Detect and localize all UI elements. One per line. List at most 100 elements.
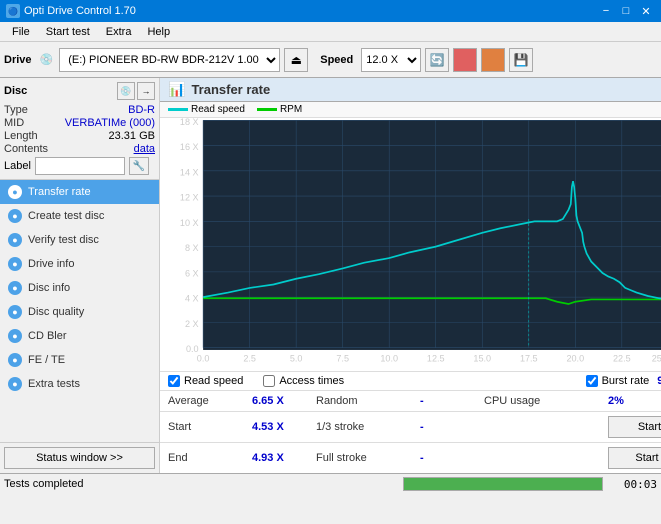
red-button[interactable] <box>453 48 477 72</box>
nav-label-transfer-rate: Transfer rate <box>28 186 91 198</box>
disc-label-row: Label 🔧 <box>4 157 155 175</box>
average-label: Average <box>168 395 248 407</box>
eject-button[interactable]: ⏏ <box>284 48 308 72</box>
disc-contents-label: Contents <box>4 143 48 155</box>
disc-mid-row: MID VERBATIMe (000) <box>4 117 155 129</box>
read-speed-checkbox[interactable] <box>168 375 180 387</box>
nav-icon-verify-test: ● <box>8 233 22 247</box>
svg-text:2.5: 2.5 <box>243 353 256 363</box>
end-value: 4.93 X <box>252 452 312 464</box>
svg-text:22.5: 22.5 <box>613 353 631 363</box>
random-value: - <box>420 395 480 407</box>
disc-icon-btn-1[interactable]: 💿 <box>117 82 135 100</box>
speed-select[interactable]: 12.0 X <box>361 48 421 72</box>
disc-label-btn[interactable]: 🔧 <box>129 157 149 175</box>
nav-extra-tests[interactable]: ● Extra tests <box>0 372 159 396</box>
random-label: Random <box>316 395 416 407</box>
status-window-button[interactable]: Status window >> <box>4 447 155 469</box>
save-button[interactable]: 💾 <box>509 48 533 72</box>
svg-text:17.5: 17.5 <box>520 353 538 363</box>
app-icon: 🔵 <box>6 4 20 18</box>
nav-icon-transfer-rate: ● <box>8 185 22 199</box>
chart-svg: 18 X 16 X 14 X 12 X 10 X 8 X 6 X 4 X 2 X… <box>160 118 661 371</box>
nav-verify-test-disc[interactable]: ● Verify test disc <box>0 228 159 252</box>
disc-section-title: Disc <box>4 85 27 97</box>
checkbox-read-speed[interactable]: Read speed <box>168 375 243 387</box>
disc-mid-value: VERBATIMe (000) <box>65 117 155 129</box>
chart-container: 18 X 16 X 14 X 12 X 10 X 8 X 6 X 4 X 2 X… <box>160 118 661 371</box>
disc-mid-label: MID <box>4 117 24 129</box>
disc-contents-row: Contents data <box>4 143 155 155</box>
svg-text:15.0: 15.0 <box>473 353 491 363</box>
svg-text:14 X: 14 X <box>180 167 199 177</box>
drive-label: Drive <box>4 54 32 66</box>
nav-icon-disc-quality: ● <box>8 305 22 319</box>
title-bar: 🔵 Opti Drive Control 1.70 − □ ✕ <box>0 0 661 22</box>
nav-disc-quality[interactable]: ● Disc quality <box>0 300 159 324</box>
start-full-button[interactable]: Start full <box>608 416 661 438</box>
nav-label-fe-te: FE / TE <box>28 354 65 366</box>
disc-length-label: Length <box>4 130 38 142</box>
drive-select[interactable]: (E:) PIONEER BD-RW BDR-212V 1.00 <box>59 48 280 72</box>
read-speed-checkbox-label: Read speed <box>184 375 243 387</box>
legend-rpm-color <box>257 108 277 111</box>
nav-fe-te[interactable]: ● FE / TE <box>0 348 159 372</box>
nav-create-test-disc[interactable]: ● Create test disc <box>0 204 159 228</box>
menu-file[interactable]: File <box>4 24 38 40</box>
stroke-value: - <box>420 421 480 433</box>
refresh-button[interactable]: 🔄 <box>425 48 449 72</box>
disc-length-value: 23.31 GB <box>109 130 155 142</box>
disc-header: Disc 💿 → <box>4 82 155 100</box>
start-part-button[interactable]: Start part <box>608 447 661 469</box>
nav-disc-info[interactable]: ● Disc info <box>0 276 159 300</box>
menu-extra[interactable]: Extra <box>98 24 140 40</box>
status-text: Tests completed <box>4 478 399 490</box>
cpu-label: CPU usage <box>484 395 604 407</box>
right-panel: 📊 Transfer rate Read speed RPM <box>160 78 661 473</box>
menu-help[interactable]: Help <box>139 24 178 40</box>
access-times-checkbox-label: Access times <box>279 375 344 387</box>
disc-type-row: Type BD-R <box>4 104 155 116</box>
legend-rpm: RPM <box>257 104 302 115</box>
svg-text:7.5: 7.5 <box>336 353 349 363</box>
nav-icon-disc-info: ● <box>8 281 22 295</box>
nav-icon-drive-info: ● <box>8 257 22 271</box>
disc-icon-btn-2[interactable]: → <box>137 82 155 100</box>
minimize-button[interactable]: − <box>597 3 615 19</box>
checkbox-access-times[interactable]: Access times <box>263 375 344 387</box>
legend-rpm-label: RPM <box>280 104 302 115</box>
nav-cd-bler[interactable]: ● CD Bler <box>0 324 159 348</box>
burst-rate-label: Burst rate <box>602 375 650 387</box>
full-stroke-label: Full stroke <box>316 452 416 464</box>
nav-transfer-rate[interactable]: ● Transfer rate <box>0 180 159 204</box>
time-display: 00:03 <box>607 478 657 491</box>
stats-row-1: Average 6.65 X Random - CPU usage 2% <box>160 390 661 411</box>
menu-start-test[interactable]: Start test <box>38 24 98 40</box>
legend-read-speed-color <box>168 108 188 111</box>
nav-icon-fe-te: ● <box>8 353 22 367</box>
access-times-checkbox[interactable] <box>263 375 275 387</box>
svg-text:10.0: 10.0 <box>380 353 398 363</box>
svg-text:5.0: 5.0 <box>290 353 303 363</box>
orange-button[interactable] <box>481 48 505 72</box>
start-label: Start <box>168 421 248 433</box>
disc-label-input[interactable] <box>35 157 125 175</box>
nav-drive-info[interactable]: ● Drive info <box>0 252 159 276</box>
legend-read-speed: Read speed <box>168 104 245 115</box>
chart-title: Transfer rate <box>191 82 270 97</box>
nav-icon-create-test: ● <box>8 209 22 223</box>
svg-text:12.5: 12.5 <box>427 353 445 363</box>
maximize-button[interactable]: □ <box>617 3 635 19</box>
disc-label-label: Label <box>4 160 31 172</box>
burst-rate-checkbox[interactable] <box>586 375 598 387</box>
svg-text:16 X: 16 X <box>180 142 199 152</box>
burst-rate-display: Burst rate 96.3 MB/s <box>586 375 661 387</box>
stroke-label: 1/3 stroke <box>316 421 416 433</box>
disc-contents-value[interactable]: data <box>134 143 155 155</box>
drive-toolbar: Drive 💿 (E:) PIONEER BD-RW BDR-212V 1.00… <box>0 42 661 78</box>
chart-legend: Read speed RPM <box>160 102 661 118</box>
menu-bar: File Start test Extra Help <box>0 22 661 42</box>
close-button[interactable]: ✕ <box>637 3 655 19</box>
nav-label-drive-info: Drive info <box>28 258 74 270</box>
svg-text:12 X: 12 X <box>180 193 199 203</box>
